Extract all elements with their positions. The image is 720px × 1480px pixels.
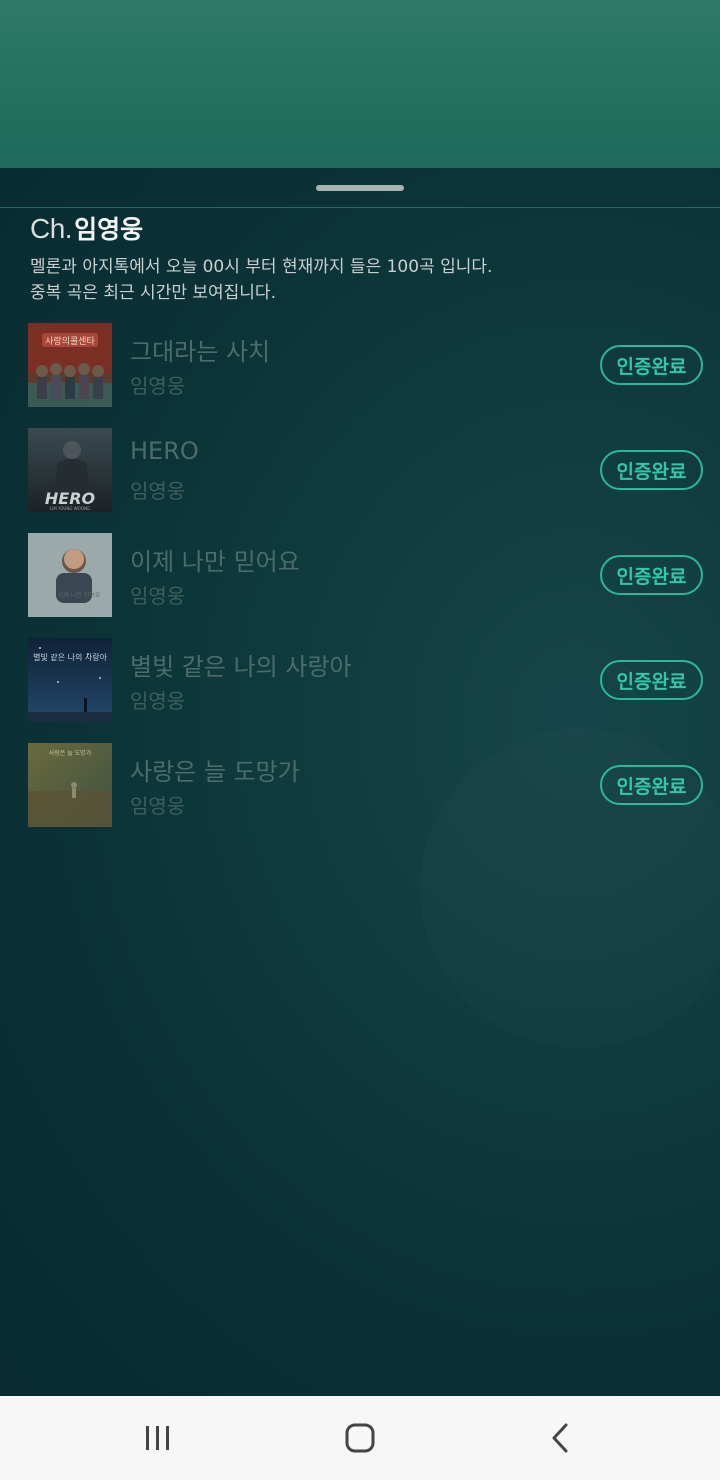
song-item: 이제 나만 믿어요 이제 나만 믿어요 임영웅 인증완료 — [0, 532, 720, 637]
song-title: HERO — [130, 437, 199, 465]
album-cover: HERO LIM YOUNG WOONG — [28, 428, 112, 512]
cover-text: 사랑의콜센타 — [45, 335, 95, 347]
song-title: 별빛 같은 나의 사랑아 — [130, 653, 352, 681]
song-artist: 임영웅 — [130, 794, 186, 818]
verified-button[interactable]: 인증완료 — [600, 660, 703, 700]
description: 멜론과 아지톡에서 오늘 00시 부터 현재까지 들은 100곡 입니다. 중복… — [30, 254, 492, 306]
song-list: 사랑의콜센타 그대라는 사치 임영웅 인증완료 HERO LIM YOUNG W… — [0, 322, 720, 847]
description-line-2: 중복 곡은 최근 시간만 보여집니다. — [30, 283, 276, 303]
bottom-sheet: Ch. 임영웅 멜론과 아지톡에서 오늘 00시 부터 현재까지 들은 100곡… — [0, 168, 720, 1396]
album-cover: 별빛 같은 나의 사랑아 — [28, 638, 112, 722]
channel-prefix: Ch. — [30, 213, 73, 244]
song-title: 이제 나만 믿어요 — [130, 548, 300, 576]
song-title: 그대라는 사치 — [130, 338, 271, 366]
verified-button[interactable]: 인증완료 — [600, 555, 703, 595]
album-cover: 사랑의콜센타 — [28, 323, 112, 407]
cover-text: 별빛 같은 나의 사랑아 — [33, 652, 108, 662]
song-item: 사랑의콜센타 그대라는 사치 임영웅 인증완료 — [0, 322, 720, 427]
song-artist: 임영웅 — [130, 374, 186, 398]
recent-apps-icon[interactable] — [134, 1414, 182, 1462]
song-item: HERO LIM YOUNG WOONG HERO 임영웅 인증완료 — [0, 427, 720, 532]
song-artist: 임영웅 — [130, 479, 186, 503]
cover-text: 이제 나만 믿어요 — [58, 591, 101, 599]
cover-subtext: LIM YOUNG WOONG — [50, 506, 90, 511]
channel-name: 임영웅 — [74, 215, 144, 244]
back-icon[interactable] — [537, 1414, 585, 1462]
home-icon[interactable] — [336, 1414, 384, 1462]
song-title: 사랑은 늘 도망가 — [130, 758, 300, 786]
channel-title: Ch. 임영웅 — [30, 210, 143, 246]
verified-button[interactable]: 인증완료 — [600, 345, 703, 385]
verified-button[interactable]: 인증완료 — [600, 450, 703, 490]
drag-handle[interactable] — [316, 185, 404, 191]
song-item: 사랑은 늘 도망가 사랑은 늘 도망가 임영웅 인증완료 — [0, 742, 720, 847]
album-cover: 이제 나만 믿어요 — [28, 533, 112, 617]
verified-button[interactable]: 인증완료 — [600, 765, 703, 805]
album-cover: 사랑은 늘 도망가 — [28, 743, 112, 827]
cover-text: 사랑은 늘 도망가 — [49, 749, 92, 757]
song-artist: 임영웅 — [130, 689, 186, 713]
background-dim-area[interactable] — [0, 0, 720, 168]
description-line-1: 멜론과 아지톡에서 오늘 00시 부터 현재까지 들은 100곡 입니다. — [30, 257, 493, 277]
system-navigation-bar — [0, 1396, 720, 1480]
sheet-handle-zone[interactable] — [0, 168, 720, 208]
song-item: 별빛 같은 나의 사랑아 별빛 같은 나의 사랑아 임영웅 인증완료 — [0, 637, 720, 742]
song-artist: 임영웅 — [130, 584, 186, 608]
